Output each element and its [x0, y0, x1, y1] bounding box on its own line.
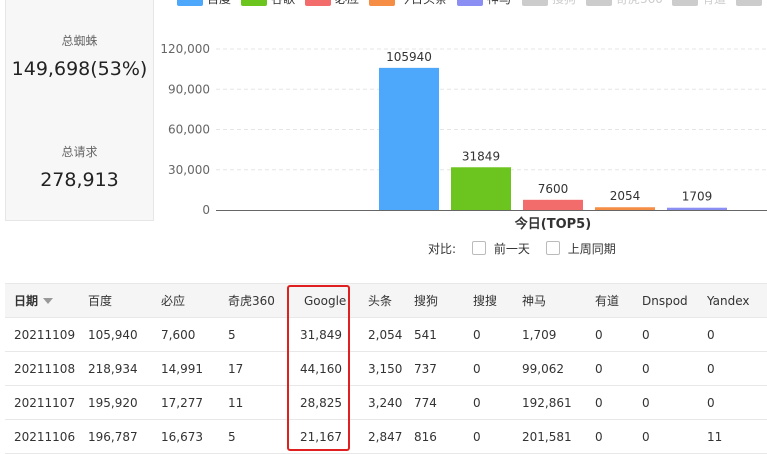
y-tick-label: 90,000	[168, 82, 210, 96]
column-header-label: 神马	[522, 294, 547, 308]
table-cell: 541	[405, 317, 464, 352]
table-cell: 20211109	[5, 317, 79, 352]
table-cell: 3,150	[359, 351, 405, 386]
table-cell: 1,709	[513, 317, 586, 352]
column-header: 搜搜	[464, 283, 513, 318]
table-cell: 196,787	[79, 419, 152, 454]
x-axis-label: 今日(TOP5)	[514, 216, 591, 232]
table-row: 20211108 218,934 14,991 17 44,160 3,150 737 0 99…	[5, 351, 767, 386]
data-label: 105940	[386, 50, 432, 64]
table-cell: 774	[405, 385, 464, 420]
data-label: 31849	[462, 149, 500, 163]
table-cell: 0	[698, 317, 767, 352]
table-cell: 0	[464, 351, 513, 386]
table-cell: 0	[464, 419, 513, 454]
column-header: Dnspod	[633, 283, 698, 318]
table-cell: 7,600	[152, 317, 219, 352]
table-cell: 0	[586, 351, 633, 386]
column-header-label: 必应	[161, 294, 186, 308]
table-cell: 17	[219, 351, 288, 386]
table-row: 20211109 105,940 7,600 5 31,849 2,054 541 0 1,70…	[5, 317, 767, 352]
table-cell: 0	[698, 385, 767, 420]
column-header: 百度	[79, 283, 152, 318]
table-cell: 16,673	[152, 419, 219, 454]
column-header-label: 奇虎360	[228, 294, 275, 308]
bar	[523, 199, 583, 210]
spider-table: 日期 百度 必应 奇虎360 Google 头条 搜狗 搜搜 神马 有道 Dnspod Yandex …	[5, 283, 767, 454]
column-header-label: Yandex	[707, 293, 750, 308]
column-header: Yandex	[698, 283, 767, 318]
table-cell: 0	[698, 351, 767, 386]
table-cell: 0	[586, 385, 633, 420]
table-cell: 2,847	[359, 419, 405, 454]
table-cell: 0	[633, 419, 698, 454]
table-cell: 737	[405, 351, 464, 386]
bar	[451, 167, 511, 210]
table-header-row: 日期 百度 必应 奇虎360 Google 头条 搜狗 搜搜 神马 有道 Dnspod Yandex	[5, 283, 767, 318]
table-cell: 20211106	[5, 419, 79, 454]
table-cell: 0	[633, 351, 698, 386]
column-header: 必应	[152, 283, 219, 318]
table-cell: 0	[464, 317, 513, 352]
table-cell: 99,062	[513, 351, 586, 386]
table-cell: 0	[586, 317, 633, 352]
y-tick-label: 60,000	[168, 123, 210, 137]
bar	[379, 67, 439, 210]
table-cell: 5	[219, 419, 288, 454]
table-cell: 218,934	[79, 351, 152, 386]
compare-last-week-label[interactable]: 上周同期	[568, 242, 616, 256]
column-header: 奇虎360	[219, 283, 288, 318]
compare-options: 对比: 前一天 上周同期	[428, 240, 616, 257]
column-header-label: 有道	[595, 294, 620, 308]
table-cell: 11	[219, 385, 288, 420]
column-header-label: 搜狗	[414, 294, 439, 308]
column-header-label: 头条	[368, 294, 393, 308]
table-row: 20211106 196,787 16,673 5 21,167 2,847 816 0 201…	[5, 419, 767, 454]
table-cell: 14,991	[152, 351, 219, 386]
column-header-label: 日期	[14, 294, 39, 308]
y-tick-label: 0	[202, 203, 210, 217]
data-label: 2054	[610, 189, 641, 203]
table-cell: 0	[464, 385, 513, 420]
compare-label: 对比:	[428, 242, 457, 256]
y-tick-label: 120,000	[160, 42, 210, 56]
table-row: 20211107 195,920 17,277 11 28,825 3,240 774 0 19…	[5, 385, 767, 420]
table-cell: 0	[586, 419, 633, 454]
bar	[667, 207, 727, 210]
column-header[interactable]: 日期	[5, 283, 79, 318]
table-cell: 20211107	[5, 385, 79, 420]
sort-down-icon[interactable]	[43, 298, 54, 304]
column-header: 神马	[513, 283, 586, 318]
data-label: 1709	[682, 190, 713, 204]
table-cell: 20211108	[5, 351, 79, 386]
table-cell: 816	[405, 419, 464, 454]
table-cell: 5	[219, 317, 288, 352]
table-cell: 192,861	[513, 385, 586, 420]
column-header-label: Dnspod	[642, 293, 688, 308]
column-header-label: 百度	[88, 294, 113, 308]
column-header: 头条	[359, 283, 405, 318]
compare-last-week-checkbox[interactable]	[545, 241, 560, 255]
table-cell: 0	[633, 385, 698, 420]
compare-prev-day-checkbox[interactable]	[471, 241, 486, 255]
table-cell: 105,940	[79, 317, 152, 352]
table-cell: 3,240	[359, 385, 405, 420]
table-cell: 17,277	[152, 385, 219, 420]
google-column-highlight	[287, 285, 350, 451]
compare-prev-day-label[interactable]: 前一天	[494, 242, 530, 256]
table-cell: 0	[633, 317, 698, 352]
column-header-label: 搜搜	[473, 294, 498, 308]
y-tick-label: 30,000	[168, 163, 210, 177]
table-cell: 2,054	[359, 317, 405, 352]
bar	[595, 207, 655, 210]
data-label: 7600	[538, 182, 569, 196]
column-header: 搜狗	[405, 283, 464, 318]
table-cell: 11	[698, 419, 767, 454]
table-cell: 201,581	[513, 419, 586, 454]
bar-chart: 0 30,000 60,000 90,000 120,000 105940 31849 760…	[160, 42, 767, 232]
column-header: 有道	[586, 283, 633, 318]
table-cell: 195,920	[79, 385, 152, 420]
